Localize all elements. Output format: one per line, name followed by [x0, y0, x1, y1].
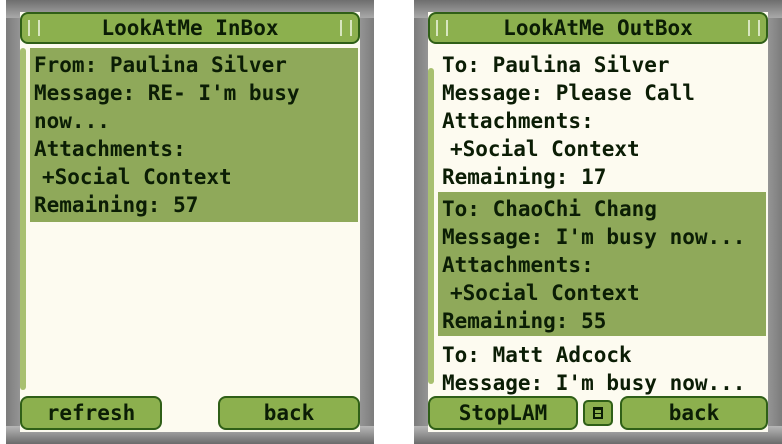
inbox-title-bar: LookAtMe InBox	[20, 12, 360, 44]
title-grip-icon	[28, 20, 40, 36]
outbox-screen: LookAtMe OutBox To: Paulina Silver Messa…	[428, 12, 768, 432]
message-from: From: Paulina Silver	[34, 53, 287, 77]
title-grip-icon	[748, 20, 760, 36]
message-text: Message: I'm busy now...	[442, 225, 746, 249]
title-grip-icon	[340, 20, 352, 36]
inbox-title: LookAtMe InBox	[101, 16, 279, 40]
menu-icon[interactable]	[583, 400, 613, 426]
inbox-message-item[interactable]: From: Paulina Silver Message: RE- I'm bu…	[30, 48, 358, 222]
outbox-softkeys: StopLAM back	[428, 396, 768, 432]
back-button[interactable]: back	[620, 396, 768, 430]
title-grip-icon	[436, 20, 448, 36]
attachment-item: +Social Context	[42, 165, 232, 189]
list-icon	[593, 407, 603, 419]
inbox-softkeys: refresh back	[20, 396, 360, 432]
attachment-item: +Social Context	[450, 281, 640, 305]
attachments-label: Attachments:	[34, 137, 186, 161]
remaining-count: Remaining: 55	[442, 309, 607, 333]
attachment-item: +Social Context	[450, 137, 640, 161]
outbox-message-item-selected[interactable]: To: ChaoChi Chang Message: I'm busy now.…	[438, 192, 766, 336]
message-to: To: Paulina Silver	[442, 53, 670, 77]
message-text: Message: I'm busy now...	[442, 371, 746, 395]
message-text: Message: RE- I'm busy	[34, 81, 300, 105]
remaining-count: Remaining: 17	[442, 165, 607, 189]
outbox-message-item[interactable]: To: Matt Adcock Message: I'm busy now...	[438, 338, 766, 398]
message-text-continued: now...	[34, 109, 110, 133]
outbox-title-bar: LookAtMe OutBox	[428, 12, 768, 44]
attachments-label: Attachments:	[442, 109, 594, 133]
message-text: Message: Please Call	[442, 81, 695, 105]
stoplam-button[interactable]: StopLAM	[428, 396, 578, 430]
message-to: To: Matt Adcock	[442, 343, 632, 367]
phone-outbox: LookAtMe OutBox To: Paulina Silver Messa…	[414, 0, 782, 444]
message-to: To: ChaoChi Chang	[442, 197, 657, 221]
phone-inbox: LookAtMe InBox From: Paulina Silver Mess…	[6, 0, 374, 444]
attachments-label: Attachments:	[442, 253, 594, 277]
outbox-scrollbar[interactable]	[428, 68, 434, 384]
refresh-button[interactable]: refresh	[20, 396, 162, 430]
outbox-message-item[interactable]: To: Paulina Silver Message: Please Call …	[438, 48, 766, 190]
back-button[interactable]: back	[218, 396, 360, 430]
inbox-screen: LookAtMe InBox From: Paulina Silver Mess…	[20, 12, 360, 432]
outbox-title: LookAtMe OutBox	[503, 16, 693, 40]
inbox-scrollbar[interactable]	[20, 48, 26, 390]
remaining-count: Remaining: 57	[34, 193, 199, 217]
